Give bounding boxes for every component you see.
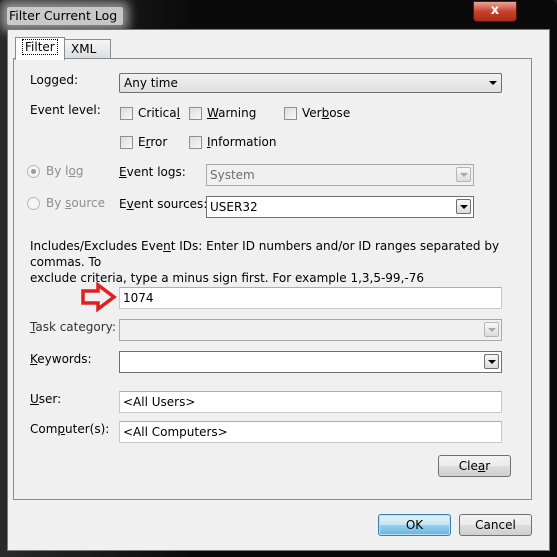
chevron-down-icon [489,81,497,85]
event-sources-select[interactable]: USER32 [206,196,474,218]
clear-button[interactable]: Clear [438,455,511,477]
verbose-label[interactable]: Verbose [302,106,350,120]
chevron-down-icon[interactable] [484,322,499,337]
by-log-label[interactable]: By log [46,164,83,178]
ok-button[interactable]: OK [378,514,451,536]
event-ids-input[interactable]: 1074 [119,287,502,309]
task-category-select[interactable] [119,319,502,341]
by-source-label[interactable]: By source [46,196,105,210]
logged-label: Logged: [30,73,79,87]
window-title: Filter Current Log [7,7,124,25]
event-ids-description: Includes/Excludes Event IDs: Enter ID nu… [30,239,500,285]
warning-label[interactable]: Warning [207,106,256,120]
user-input[interactable]: <All Users> [119,391,502,413]
by-log-radio[interactable] [27,165,40,178]
tab-xml[interactable]: XML [64,39,111,59]
keywords-label: Keywords: [30,352,92,366]
chevron-down-icon[interactable] [456,199,471,214]
information-checkbox[interactable] [189,136,202,149]
logged-select[interactable]: Any time [119,73,502,93]
error-checkbox[interactable] [120,136,133,149]
event-logs-select[interactable]: System [206,164,474,186]
chevron-down-icon[interactable] [456,167,471,182]
task-category-label: Task category: [30,320,116,334]
event-level-label: Event level: [30,103,101,117]
computer-input[interactable]: <All Computers> [119,421,502,443]
critical-checkbox[interactable] [120,107,133,120]
tab-filter[interactable]: Filter [15,37,65,60]
critical-label[interactable]: Critical [138,106,180,120]
verbose-checkbox[interactable] [284,107,297,120]
event-logs-label: Event logs: [119,165,186,179]
computer-label: Computer(s): [30,422,110,436]
cancel-button[interactable]: Cancel [459,514,532,536]
warning-checkbox[interactable] [189,107,202,120]
user-label: User: [30,392,62,406]
chevron-down-icon[interactable] [484,354,499,369]
keywords-select[interactable] [119,351,502,373]
error-label[interactable]: Error [138,135,167,149]
red-arrow-annotation-icon [81,282,117,312]
by-source-radio[interactable] [27,197,40,210]
close-button[interactable]: x [473,1,517,22]
information-label[interactable]: Information [207,135,276,149]
event-sources-label: Event sources: [119,197,208,211]
close-icon: x [490,3,500,18]
dialog-window: Filter Current Log x Filter XML Logged: … [0,0,557,557]
